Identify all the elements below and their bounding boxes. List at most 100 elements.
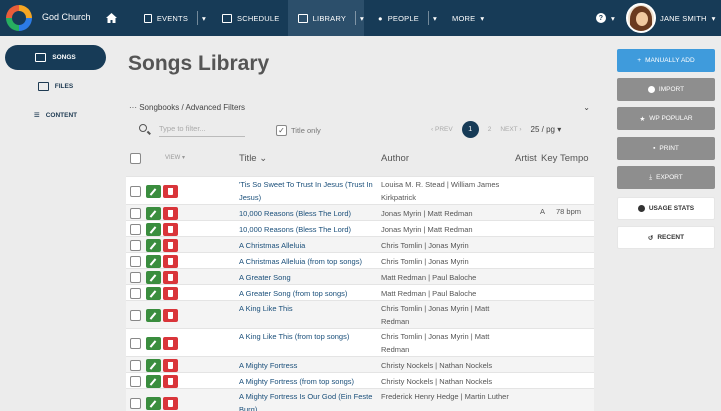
table-row[interactable]: 10,000 Reasons (Bless The Lord) Jonas Myr… xyxy=(126,220,594,236)
delete-icon[interactable] xyxy=(163,358,178,372)
song-title-link[interactable]: A Christmas Alleluia xyxy=(239,239,381,252)
edit-icon[interactable] xyxy=(146,184,161,198)
edit-icon[interactable] xyxy=(146,358,161,372)
song-title-link[interactable]: A King Like This (from top songs) xyxy=(239,330,381,343)
song-title-link[interactable]: 'Tis So Sweet To Trust In Jesus (Trust I… xyxy=(239,178,381,204)
delete-icon[interactable] xyxy=(163,374,178,388)
author-column-header[interactable]: Author xyxy=(381,153,409,164)
edit-icon[interactable] xyxy=(146,270,161,284)
chevron-down-icon[interactable]: ▾ xyxy=(427,11,437,25)
home-icon[interactable] xyxy=(106,0,117,36)
page-1-button[interactable]: 1 xyxy=(461,121,479,138)
page-2-button[interactable]: 2 xyxy=(488,126,492,133)
select-all-checkbox[interactable] xyxy=(130,153,141,164)
row-checkbox[interactable] xyxy=(130,397,141,409)
tempo-column-header[interactable]: Tempo xyxy=(560,153,589,164)
usage-stats-button[interactable]: USAGE STATS xyxy=(617,197,715,220)
user-menu[interactable]: JANE SMITH ▾ xyxy=(660,0,716,36)
row-checkbox[interactable] xyxy=(130,375,141,387)
song-title-link[interactable]: A Greater Song xyxy=(239,271,381,284)
table-row[interactable]: A King Like This (from top songs) Chris T… xyxy=(126,328,594,356)
edit-icon[interactable] xyxy=(146,222,161,236)
delete-icon[interactable] xyxy=(163,222,178,236)
export-button[interactable]: ⤓ EXPORT xyxy=(617,166,715,189)
brand-name[interactable]: God Church xyxy=(42,12,91,22)
chevron-down-icon[interactable]: ▾ xyxy=(355,11,364,25)
edit-icon[interactable] xyxy=(146,206,161,220)
row-checkbox[interactable] xyxy=(130,309,141,321)
table-row[interactable]: A Christmas Alleluia (from top songs) Chr… xyxy=(126,252,594,268)
print-button[interactable]: ▪ PRINT xyxy=(617,137,715,160)
manually-add-button[interactable]: + MANUALLY ADD xyxy=(617,49,715,72)
nav-schedule[interactable]: SCHEDULE xyxy=(214,0,284,36)
delete-icon[interactable] xyxy=(163,396,178,410)
edit-icon[interactable] xyxy=(146,374,161,388)
table-row[interactable]: A Greater Song Matt Redman | Paul Baloche xyxy=(126,268,594,284)
nav-more[interactable]: MORE ▾ xyxy=(452,0,484,36)
key-column-header[interactable]: Key xyxy=(541,153,557,164)
nav-library[interactable]: LIBRARY ▾ xyxy=(288,0,364,36)
delete-icon[interactable] xyxy=(163,286,178,300)
wp-popular-button[interactable]: ★ WP POPULAR xyxy=(617,107,715,130)
recent-button[interactable]: ↺ RECENT xyxy=(617,226,715,249)
next-button[interactable]: NEXT › xyxy=(500,126,521,133)
song-title-link[interactable]: A Greater Song (from top songs) xyxy=(239,287,381,300)
delete-icon[interactable] xyxy=(163,238,178,252)
song-title-link[interactable]: A King Like This xyxy=(239,302,381,315)
prev-button[interactable]: ‹ PREV xyxy=(431,126,453,133)
table-row[interactable]: A Greater Song (from top songs) Matt Redm… xyxy=(126,284,594,300)
edit-icon[interactable] xyxy=(146,336,161,350)
delete-icon[interactable] xyxy=(163,336,178,350)
row-checkbox[interactable] xyxy=(130,359,141,371)
sidebar-item-files[interactable]: FILES xyxy=(5,74,106,99)
table-row[interactable]: A Christmas Alleluia Chris Tomlin | Jonas… xyxy=(126,236,594,252)
song-title-link[interactable]: A Mighty Fortress Is Our God (Ein Feste … xyxy=(239,390,381,411)
song-title-link[interactable]: A Mighty Fortress (from top songs) xyxy=(239,375,381,388)
delete-icon[interactable] xyxy=(163,270,178,284)
edit-icon[interactable] xyxy=(146,286,161,300)
table-row[interactable]: 10,000 Reasons (Bless The Lord) Jonas Myr… xyxy=(126,204,594,220)
row-checkbox[interactable] xyxy=(130,337,141,349)
edit-icon[interactable] xyxy=(146,396,161,410)
table-row[interactable]: A Mighty Fortress Christy Nockels | Natha… xyxy=(126,356,594,372)
table-row[interactable]: A Mighty Fortress (from top songs) Christ… xyxy=(126,372,594,388)
table-row[interactable]: A King Like This Chris Tomlin | Jonas Myr… xyxy=(126,300,594,328)
row-checkbox[interactable] xyxy=(130,287,141,299)
row-checkbox[interactable] xyxy=(130,207,141,219)
chevron-down-icon[interactable]: ▾ xyxy=(197,11,206,25)
row-checkbox[interactable] xyxy=(130,271,141,283)
title-column-header[interactable]: Title ⌄ xyxy=(239,153,267,164)
help-icon[interactable]: ? ▾ xyxy=(596,0,615,36)
song-title-link[interactable]: A Christmas Alleluia (from top songs) xyxy=(239,255,381,268)
sidebar-item-content[interactable]: ≡ CONTENT xyxy=(5,103,106,128)
row-checkbox[interactable] xyxy=(130,239,141,251)
edit-icon[interactable] xyxy=(146,238,161,252)
chevron-down-icon: ▾ xyxy=(711,13,716,23)
row-checkbox[interactable] xyxy=(130,185,141,197)
song-title-link[interactable]: 10,000 Reasons (Bless The Lord) xyxy=(239,207,381,220)
artist-column-header[interactable]: Artist xyxy=(515,153,537,164)
table-row[interactable]: A Mighty Fortress Is Our God (Ein Feste … xyxy=(126,388,594,411)
delete-icon[interactable] xyxy=(163,206,178,220)
row-checkbox[interactable] xyxy=(130,223,141,235)
nav-people[interactable]: ● PEOPLE ▾ xyxy=(372,0,442,36)
table-row[interactable]: 'Tis So Sweet To Trust In Jesus (Trust I… xyxy=(126,176,594,204)
edit-icon[interactable] xyxy=(146,308,161,322)
avatar[interactable] xyxy=(626,3,656,33)
delete-icon[interactable] xyxy=(163,184,178,198)
search-input[interactable] xyxy=(159,121,245,137)
title-only-checkbox[interactable]: ✓ Title only xyxy=(276,125,321,136)
import-button[interactable]: IMPORT xyxy=(617,78,715,101)
advanced-filters-toggle[interactable]: ··· Songbooks / Advanced Filters ⌄ xyxy=(129,103,590,112)
church-logo-icon[interactable] xyxy=(6,5,32,31)
song-title-link[interactable]: A Mighty Fortress xyxy=(239,359,381,372)
edit-icon[interactable] xyxy=(146,254,161,268)
sidebar-item-songs[interactable]: SONGS xyxy=(5,45,106,70)
view-column-toggle[interactable]: VIEW ▾ xyxy=(165,154,185,161)
delete-icon[interactable] xyxy=(163,254,178,268)
nav-events[interactable]: EVENTS ▾ xyxy=(136,0,206,36)
row-checkbox[interactable] xyxy=(130,255,141,267)
per-page-select[interactable]: 25 / pg ▾ xyxy=(531,125,562,134)
delete-icon[interactable] xyxy=(163,308,178,322)
song-title-link[interactable]: 10,000 Reasons (Bless The Lord) xyxy=(239,223,381,236)
